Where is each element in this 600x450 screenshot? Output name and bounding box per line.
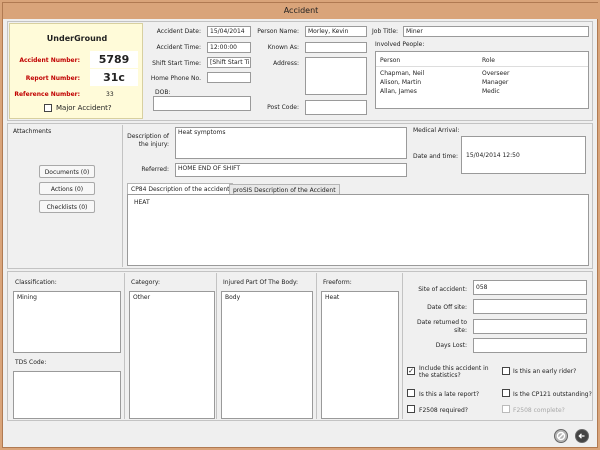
date-returned-label: Date returned to site: [416, 319, 467, 334]
involved-header-divider [376, 66, 588, 67]
list-item[interactable]: Body [225, 294, 309, 301]
medical-datetime-field[interactable]: 15/04/2014 12:50 [461, 136, 586, 174]
f2508-complete-checkbox[interactable] [502, 405, 510, 413]
address-field[interactable] [305, 57, 367, 95]
title-bar[interactable]: Accident [3, 3, 599, 19]
table-row[interactable]: Allan, James Medic [376, 88, 588, 97]
major-accident-label: Major Accident? [56, 104, 112, 112]
accident-window: Accident UnderGround Accident Number: 57… [2, 2, 599, 448]
numbers-box: UnderGround Accident Number: 5789 Report… [9, 23, 143, 119]
table-row[interactable]: Alison, Martin Manager [376, 79, 588, 88]
classification-label: Classification: [15, 279, 57, 286]
date-returned-field[interactable] [473, 319, 587, 334]
documents-button[interactable]: Documents (0) [39, 165, 95, 178]
involved-header-person: Person [380, 57, 401, 64]
include-statistics-checkbox[interactable]: ✓ [407, 367, 415, 375]
company-name: UnderGround [46, 34, 108, 43]
late-report-checkbox[interactable] [407, 389, 415, 397]
early-rider-checkbox[interactable] [502, 367, 510, 375]
dob-label: DOB: [155, 89, 171, 96]
involved-role: Medic [482, 88, 500, 95]
accident-number-label: Accident Number: [19, 57, 80, 64]
medical-datetime-label: Date and time: [413, 153, 459, 160]
home-phone-field[interactable] [207, 72, 251, 83]
freeform-label: Freeform: [323, 279, 352, 286]
involved-people-label: Involved People: [375, 41, 425, 48]
table-row[interactable]: Chapman, Neil Overseer [376, 70, 588, 79]
list-item[interactable]: Other [133, 294, 211, 301]
days-lost-label: Days Lost: [435, 342, 467, 349]
date-off-field[interactable] [473, 299, 587, 314]
job-title-field[interactable]: Miner [403, 26, 589, 37]
involved-header-role: Role [482, 57, 495, 64]
shift-start-label: Shift Start Time: [152, 60, 201, 67]
accident-description-text[interactable]: HEAT [127, 194, 589, 266]
early-rider-label: Is this an early rider? [513, 368, 577, 375]
post-code-field[interactable] [305, 100, 367, 115]
involved-role: Manager [482, 79, 509, 86]
person-name-label: Person Name: [257, 28, 299, 35]
referred-field[interactable]: HOME END OF SHIFT [175, 163, 407, 177]
f2508-required-label: F2508 required? [419, 407, 468, 414]
accident-time-label: Accident Time: [156, 44, 201, 51]
category-label: Category: [131, 279, 160, 286]
actions-button[interactable]: Actions (0) [39, 182, 95, 195]
tds-code-field[interactable] [13, 371, 121, 419]
reference-number-value: 33 [106, 91, 114, 98]
cp121-outstanding-label: Is the CP121 outstanding? [513, 391, 592, 398]
list-item[interactable]: Heat [325, 294, 395, 301]
cancel-icon[interactable] [554, 429, 568, 443]
involved-person: Chapman, Neil [380, 70, 425, 77]
late-report-label: Is this a late report? [419, 391, 480, 398]
f2508-complete-label: F2508 complete? [513, 407, 565, 414]
classification-list[interactable]: Mining [13, 291, 121, 353]
category-list[interactable]: Other [129, 291, 215, 419]
report-number-label: Report Number: [25, 75, 80, 82]
referred-label: Referred: [141, 166, 169, 173]
date-off-label: Date Off site: [427, 304, 467, 311]
accident-date-label: Accident Date: [156, 28, 201, 35]
involved-role: Overseer [482, 70, 510, 77]
attachments-label: Attachments [13, 128, 52, 135]
attachments-panel: Attachments Documents (0) Actions (0) Ch… [9, 125, 123, 267]
back-icon[interactable] [575, 429, 589, 443]
known-as-label: Known As: [267, 44, 299, 51]
dob-field[interactable] [153, 96, 251, 111]
window-title: Accident [283, 6, 319, 15]
report-number-value: 31c [90, 69, 138, 86]
body-part-label: Injured Part Of The Body: [223, 279, 299, 286]
list-item[interactable]: Mining [17, 294, 117, 301]
days-lost-field[interactable] [473, 338, 587, 353]
known-as-field[interactable] [305, 42, 367, 53]
freeform-list[interactable]: Heat [321, 291, 399, 419]
site-field[interactable]: 058 [473, 280, 587, 295]
major-accident-checkbox[interactable] [44, 104, 52, 112]
medical-arrival-label: Medical Arrival: [413, 127, 460, 134]
post-code-label: Post Code: [267, 104, 299, 111]
job-title-label: Job Title: [372, 28, 399, 35]
shift-start-field[interactable]: [Shift Start Ti [207, 57, 251, 68]
body-part-list[interactable]: Body [221, 291, 313, 419]
reference-number-label: Reference Number: [14, 91, 80, 98]
include-statistics-label: Include this accident in the statistics? [419, 365, 489, 379]
accident-date-field[interactable]: 15/04/2014 [207, 26, 251, 37]
injury-description-label: Description of the injury: [127, 133, 169, 148]
person-name-field[interactable]: Morley, Kevin [305, 26, 367, 37]
involved-people-table: Person Role Chapman, Neil Overseer Aliso… [375, 51, 589, 109]
accident-number-value: 5789 [90, 51, 138, 68]
home-phone-label: Home Phone No. [150, 75, 201, 82]
involved-person: Allan, James [380, 88, 417, 95]
site-label: Site of accident: [418, 286, 467, 293]
injury-description-field[interactable]: Heat symptoms [175, 127, 407, 159]
accident-time-field[interactable]: 12:00:00 [207, 42, 251, 53]
tds-code-label: TDS Code: [15, 359, 47, 366]
f2508-required-checkbox[interactable] [407, 405, 415, 413]
involved-person: Alison, Martin [380, 79, 421, 86]
checklists-button[interactable]: Checklists (0) [39, 200, 95, 213]
address-label: Address: [273, 60, 299, 67]
cp121-outstanding-checkbox[interactable] [502, 389, 510, 397]
